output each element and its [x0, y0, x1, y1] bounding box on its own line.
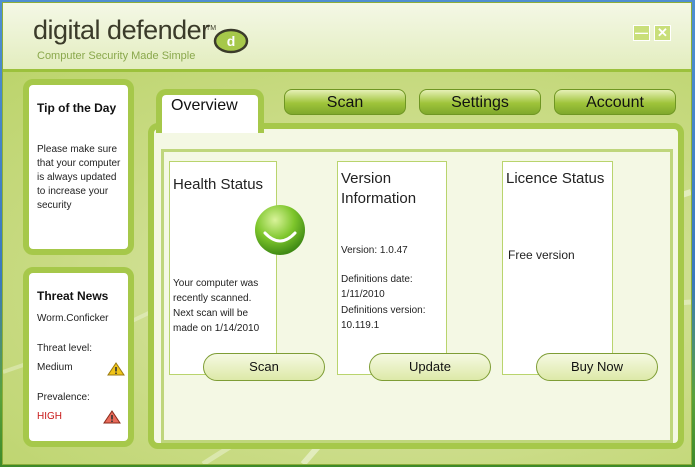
- title-bar[interactable]: digital defender TM Computer Security Ma…: [3, 3, 691, 72]
- buy-now-button[interactable]: Buy Now: [536, 353, 658, 381]
- version-info-title: Version Information: [341, 170, 417, 207]
- health-status-text: Your computer was recently scanned. Next…: [173, 278, 260, 334]
- threat-level-value: Medium: [37, 362, 73, 373]
- tab-account[interactable]: Account: [554, 89, 676, 115]
- tip-title: Tip of the Day: [37, 101, 117, 115]
- app-window: digital defender TM Computer Security Ma…: [2, 2, 692, 465]
- definitions-version: Definitions version: 10.119.1: [341, 305, 426, 331]
- licence-status-card: Licence Status Free version: [502, 161, 613, 375]
- tab-overview[interactable]: Overview: [156, 89, 264, 133]
- minimize-button[interactable]: —: [633, 25, 650, 41]
- logo-badge-icon: d: [213, 28, 249, 54]
- definitions-date: Definitions date: 1/11/2010: [341, 274, 413, 300]
- threat-level-label: Threat level:: [37, 343, 93, 354]
- warning-high-icon: [103, 410, 121, 424]
- licence-status-value: Free version: [508, 248, 575, 262]
- health-status-card: Health Status Your computer was recently…: [169, 161, 277, 375]
- tip-of-the-day-panel: Tip of the Day Please make sure that you…: [23, 79, 134, 255]
- threat-name: Worm.Conficker: [37, 313, 109, 324]
- prevalence-label: Prevalence:: [37, 392, 90, 403]
- health-smiley-icon: [255, 205, 305, 255]
- logo-badge-letter: d: [227, 33, 236, 49]
- version-number: Version: 1.0.47: [341, 245, 408, 256]
- tip-text: Please make sure that your computer is a…: [37, 144, 121, 211]
- tab-settings[interactable]: Settings: [419, 89, 541, 115]
- warning-medium-icon: [107, 362, 125, 376]
- update-button[interactable]: Update: [369, 353, 491, 381]
- app-tagline: Computer Security Made Simple: [37, 50, 196, 62]
- threat-news-panel: Threat News Worm.Conficker Threat level:…: [23, 267, 134, 447]
- health-status-title: Health Status: [173, 176, 264, 193]
- close-button[interactable]: ✕: [654, 25, 671, 41]
- version-info-card: Version Information Version: 1.0.47 Defi…: [337, 161, 447, 375]
- prevalence-value: HIGH: [37, 411, 62, 422]
- tab-scan[interactable]: Scan: [284, 89, 406, 115]
- threat-news-title: Threat News: [37, 289, 109, 303]
- app-logo-text: digital defender: [33, 15, 210, 45]
- scan-button[interactable]: Scan: [203, 353, 325, 381]
- licence-status-title: Licence Status: [506, 170, 605, 187]
